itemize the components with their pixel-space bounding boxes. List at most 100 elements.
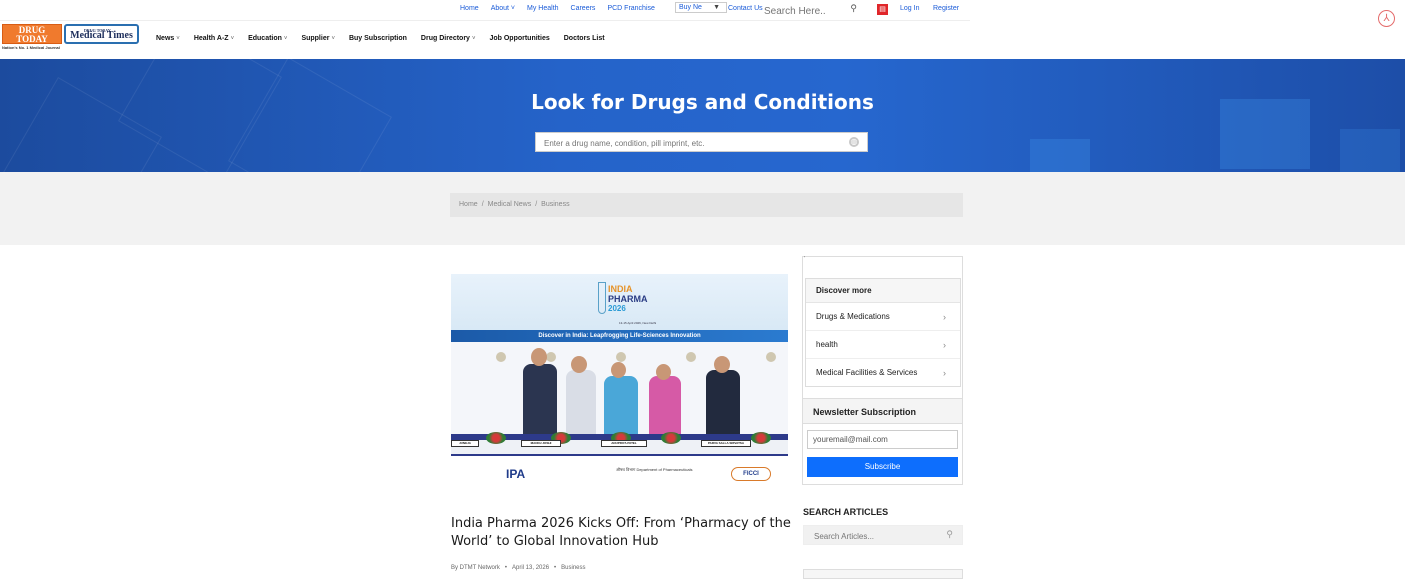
nav-health-a-z[interactable]: Health A-Z ˅ bbox=[194, 35, 234, 42]
india-pharma-logo: INDIA PHARMA 2026 bbox=[596, 278, 648, 323]
breadcrumb-separator: / bbox=[481, 201, 484, 208]
event-dates: 13-15 April 2026, New Delhi bbox=[619, 321, 657, 325]
search-articles-title: SEARCH ARTICLES bbox=[803, 507, 889, 517]
nav-doctors-list[interactable]: Doctors List bbox=[564, 35, 605, 42]
top-link-about[interactable]: About ˅ bbox=[491, 5, 515, 12]
dept-logo: औषध विभाग Department of Pharmaceuticals bbox=[616, 467, 693, 472]
top-link-home[interactable]: Home bbox=[460, 5, 479, 12]
flower-decoration bbox=[486, 432, 506, 444]
nameplate: ANUPRIYA PATEL bbox=[601, 440, 647, 447]
person-head bbox=[611, 362, 626, 378]
login-link[interactable]: Log In bbox=[900, 5, 919, 12]
site-logo[interactable]: DRUG TODAY DRUG TODAY Medical Times Nati… bbox=[2, 24, 147, 52]
chevron-down-icon: ˅ bbox=[283, 36, 288, 42]
search-articles-input[interactable] bbox=[804, 527, 939, 546]
discover-more-panel: Discover more Drugs & Medications › healt… bbox=[805, 278, 961, 387]
divider bbox=[0, 20, 970, 21]
breadcrumb-home[interactable]: Home bbox=[459, 201, 478, 208]
buy-now-selector[interactable]: Buy Ne ▼ bbox=[675, 2, 727, 13]
breadcrumb-separator: / bbox=[535, 201, 538, 208]
breadcrumb-medical-news[interactable]: Medical News bbox=[488, 201, 532, 208]
nav-label: Doctors List bbox=[563, 35, 605, 42]
nav-label: Health A-Z bbox=[193, 35, 229, 42]
nav-label: Supplier bbox=[301, 35, 330, 42]
emblem-icon bbox=[546, 352, 556, 362]
chevron-right-icon: › bbox=[943, 340, 946, 350]
search-articles: ⚲ bbox=[803, 525, 963, 546]
nav-drug-directory[interactable]: Drug Directory ˅ bbox=[421, 35, 476, 42]
subscribe-button[interactable]: Subscribe bbox=[807, 457, 958, 477]
chevron-down-icon: ˅ bbox=[176, 36, 180, 42]
top-link-contact[interactable]: Contact Us bbox=[728, 5, 763, 12]
chevron-right-icon: › bbox=[943, 312, 946, 322]
widget-marker: ˙ bbox=[804, 257, 806, 263]
logo-india: INDIA bbox=[608, 284, 633, 294]
article-date: April 13, 2026 bbox=[512, 565, 550, 571]
person bbox=[649, 376, 681, 434]
nav-label: Education bbox=[248, 35, 282, 42]
decorative-block bbox=[1030, 139, 1090, 172]
chevron-down-icon: ˅ bbox=[471, 36, 476, 42]
meta-separator: • bbox=[554, 565, 557, 571]
top-search: ⚲ bbox=[760, 1, 865, 19]
article-category[interactable]: Business bbox=[561, 565, 585, 571]
buy-now-label: Buy Ne bbox=[679, 4, 702, 11]
article-image[interactable]: INDIA PHARMA 2026 13-15 April 2026, New … bbox=[451, 274, 788, 498]
nameplate: PARVA SALLA SRIVATSA bbox=[701, 440, 751, 447]
flask-icon bbox=[598, 282, 606, 314]
nav-label: Drug Directory bbox=[420, 35, 470, 42]
pdf-icon[interactable]: ▤ bbox=[877, 4, 888, 15]
top-link-my-health[interactable]: My Health bbox=[527, 5, 559, 12]
main-nav: News ˅ Health A-Z ˅ Education ˅ Supplier ˅ B… bbox=[156, 35, 605, 42]
nav-news[interactable]: News ˅ bbox=[156, 35, 180, 42]
nav-education[interactable]: Education ˅ bbox=[248, 35, 287, 42]
nav-label: Job Opportunities bbox=[489, 35, 550, 42]
register-link[interactable]: Register bbox=[933, 5, 959, 12]
top-link-careers[interactable]: Careers bbox=[571, 5, 596, 12]
person bbox=[566, 370, 596, 434]
person-head bbox=[656, 364, 671, 380]
breadcrumb-current: Business bbox=[541, 201, 570, 208]
nav-label: Buy Subscription bbox=[348, 35, 407, 42]
discover-item[interactable]: Medical Facilities & Services › bbox=[806, 359, 960, 387]
nav-label: News bbox=[156, 35, 175, 42]
chevron-down-icon: ˅ bbox=[230, 36, 235, 42]
nav-buy-subscription[interactable]: Buy Subscription bbox=[349, 35, 407, 42]
article-meta: By DTMT Network • April 13, 2026 • Business bbox=[451, 565, 586, 571]
discover-item-label: health bbox=[816, 340, 838, 349]
logo-year: 2026 bbox=[608, 304, 626, 313]
person-head bbox=[571, 356, 587, 373]
discover-item[interactable]: Drugs & Medications › bbox=[806, 303, 960, 331]
discover-title: Discover more bbox=[806, 279, 960, 303]
logo-pharma: PHARMA bbox=[608, 294, 648, 304]
breadcrumb: Home / Medical News / Business bbox=[450, 193, 963, 217]
person bbox=[706, 370, 740, 434]
search-icon[interactable]: ⚲ bbox=[946, 529, 953, 540]
nav-job-opportunities[interactable]: Job Opportunities bbox=[489, 35, 549, 42]
hero-title: Look for Drugs and Conditions bbox=[531, 90, 874, 114]
drug-search-input[interactable] bbox=[536, 134, 836, 153]
top-search-input[interactable] bbox=[760, 4, 865, 19]
logo-medical-times: DRUG TODAY Medical Times bbox=[64, 24, 139, 44]
article-author[interactable]: By DTMT Network bbox=[451, 565, 500, 571]
discover-item-label: Drugs & Medications bbox=[816, 312, 890, 321]
decorative-block bbox=[1340, 129, 1400, 172]
article-title[interactable]: India Pharma 2026 Kicks Off: From ‘Pharm… bbox=[451, 515, 791, 551]
acrobat-icon[interactable]: ⅄ bbox=[1378, 10, 1395, 27]
emblem-icon bbox=[766, 352, 776, 362]
discover-list: Drugs & Medications › health › Medical Fac… bbox=[806, 303, 960, 387]
person-head bbox=[714, 356, 730, 373]
person bbox=[523, 364, 557, 434]
top-link-pcd-franchise[interactable]: PCD Franchise bbox=[607, 5, 654, 12]
ficci-logo: FICCI bbox=[731, 467, 771, 481]
emblem-icon bbox=[616, 352, 626, 362]
emblem-icon bbox=[496, 352, 506, 362]
flower-decoration bbox=[751, 432, 771, 444]
search-icon[interactable]: ⚲ bbox=[850, 3, 857, 14]
breadcrumb-band: Home / Medical News / Business bbox=[0, 172, 1405, 245]
event-strip: Discover in India: Leapfrogging Life-Sci… bbox=[451, 330, 788, 342]
discover-item[interactable]: health › bbox=[806, 331, 960, 359]
nav-supplier[interactable]: Supplier ˅ bbox=[301, 35, 335, 42]
newsletter-email-input[interactable] bbox=[807, 430, 958, 449]
globe-icon[interactable]: ◍ bbox=[849, 137, 859, 147]
